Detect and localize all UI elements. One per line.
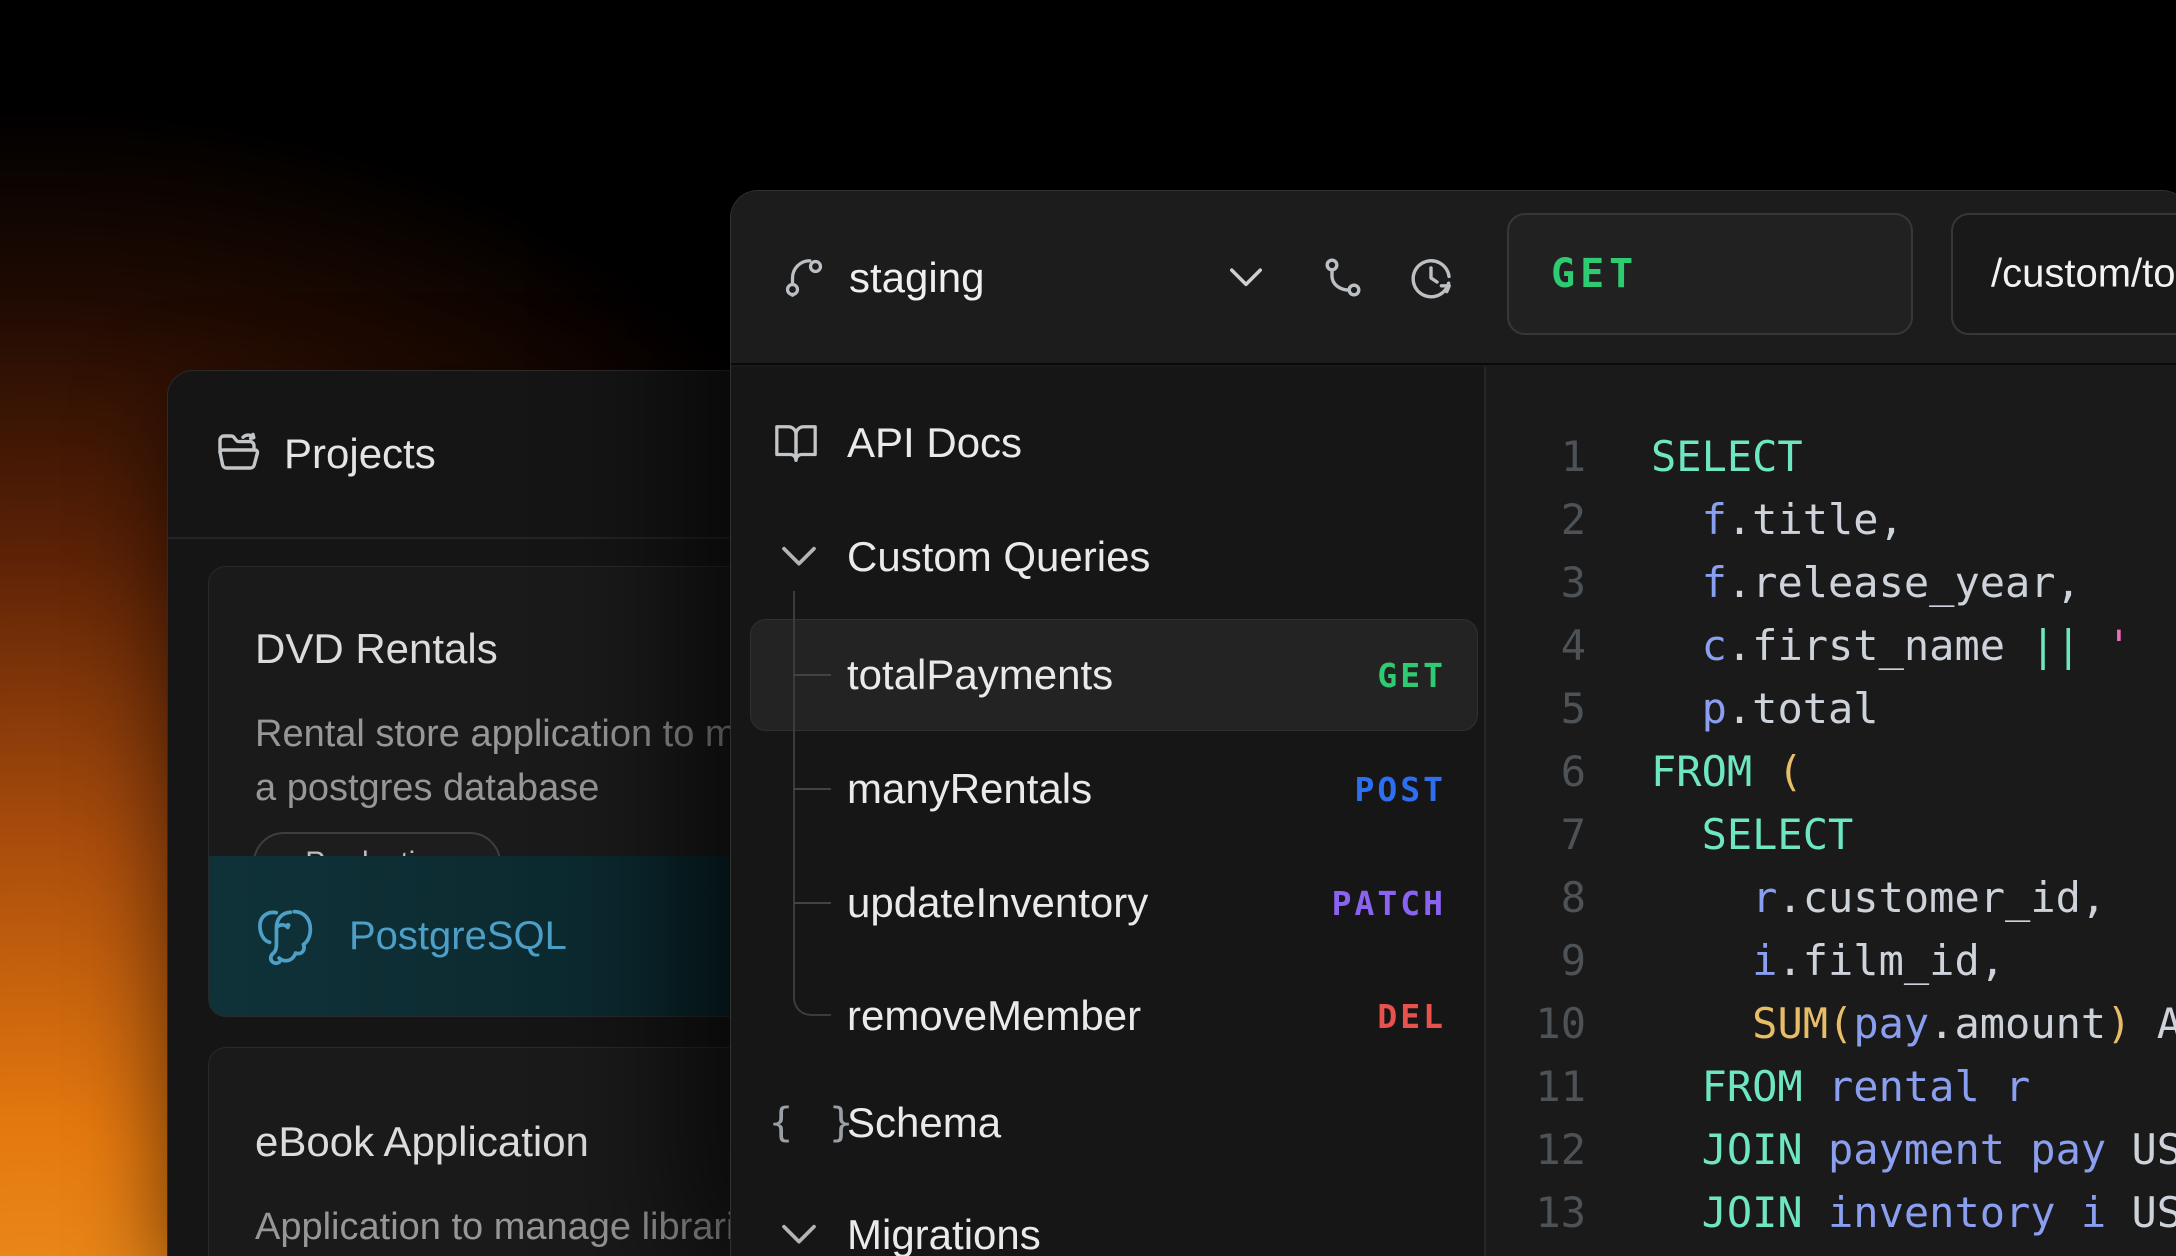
code-line: 3 f.release_year, [1486,551,2176,614]
postgresql-elephant-icon [253,905,317,969]
code-line: 14 GROUP BY 1, 2 [1486,1244,2176,1256]
code-text: c.first_name || ' [1651,621,2131,670]
line-number: 11 [1486,1062,1586,1111]
http-method-value: GET [1551,251,1638,297]
method-badge-del: DEL [1377,997,1446,1036]
project-title: DVD Rentals [255,625,498,673]
database-name: PostgreSQL [349,914,567,959]
code-line: 9 i.film_id, [1486,929,2176,992]
code-line: 5 p.total [1486,677,2176,740]
query-name: removeMember [847,992,1141,1040]
code-text: r.customer_id, [1651,873,2106,922]
code-line: 2 f.title, [1486,488,2176,551]
line-number: 1 [1486,432,1586,481]
braces-icon: { } [769,1100,859,1146]
line-number: 3 [1486,558,1586,607]
line-number: 6 [1486,747,1586,796]
code-text: JOIN inventory i USING [1651,1188,2176,1237]
nav-item-totalpayments[interactable]: totalPayments GET [731,635,1484,715]
workbench-content: API Docs Custom Queries totalPayments GE… [731,367,2176,1256]
projects-title: Projects [284,430,436,478]
code-text: SUM(pay.amount) AS [1651,999,2176,1048]
line-number: 7 [1486,810,1586,859]
code-line: 12 JOIN payment pay USING [1486,1118,2176,1181]
nav-item-manyrentals[interactable]: manyRentals POST [731,749,1484,829]
line-number: 13 [1486,1188,1586,1237]
branch-selector[interactable]: staging [849,254,984,302]
nav-label: Custom Queries [847,533,1150,581]
line-number: 2 [1486,495,1586,544]
query-nav-pane: API Docs Custom Queries totalPayments GE… [731,367,1484,1256]
endpoint-url-value: /custom/tot [1991,252,2176,297]
line-number: 12 [1486,1125,1586,1174]
code-line: 6 FROM ( [1486,740,2176,803]
git-branch-icon [781,255,827,301]
nav-item-migrations[interactable]: Migrations [731,1195,1484,1256]
history-icon[interactable] [1407,254,1455,302]
code-text: f.release_year, [1651,558,2081,607]
line-number: 10 [1486,999,1586,1048]
line-number: 8 [1486,873,1586,922]
code-line: 11 FROM rental r [1486,1055,2176,1118]
line-number: 4 [1486,621,1586,670]
projects-panel: Projects DVD Rentals Rental store applic… [167,370,767,1256]
workbench-topbar: staging GET /custom/tot [731,191,2176,365]
book-open-icon [773,420,819,466]
project-description: Application to manage libraries, authors… [255,1200,756,1256]
folder-open-icon [216,430,264,478]
code-line: 4 c.first_name || ' [1486,614,2176,677]
code-line: 10 SUM(pay.amount) AS [1486,992,2176,1055]
code-line: 13 JOIN inventory i USING [1486,1181,2176,1244]
project-card-dvd-rentals[interactable]: DVD Rentals Rental store application to … [208,566,756,1017]
code-text: SELECT [1651,432,1803,481]
nav-item-removemember[interactable]: removeMember DEL [731,976,1484,1056]
code-text: p.total [1651,684,1879,733]
project-card-ebook[interactable]: eBook Application Application to manage … [208,1047,756,1256]
code-text: GROUP BY 1, 2 [1651,1251,2030,1256]
project-description: Rental store application to manage a pos… [255,707,756,815]
database-bar[interactable]: PostgreSQL [209,856,755,1017]
code-text: JOIN payment pay USING [1651,1125,2176,1174]
workbench-panel: staging GET /custom/tot [730,190,2176,1256]
endpoint-url-input[interactable]: /custom/tot [1951,213,2176,335]
query-name: updateInventory [847,879,1148,927]
nav-label: Migrations [847,1211,1041,1256]
nav-item-custom-queries[interactable]: Custom Queries [731,517,1484,597]
projects-header: Projects [168,371,766,539]
code-text: FROM ( [1651,747,1803,796]
line-number: 14 [1486,1251,1586,1256]
method-badge-post: POST [1355,770,1446,809]
sql-editor[interactable]: 1SELECT2 f.title,3 f.release_year,4 c.fi… [1484,367,2176,1256]
http-method-select[interactable]: GET [1507,213,1913,335]
chevron-down-icon [779,1220,819,1250]
code-text: i.film_id, [1651,936,2005,985]
nav-item-updateinventory[interactable]: updateInventory PATCH [731,863,1484,943]
git-fork-icon[interactable] [1319,254,1367,302]
code-line: 1 SELECT [1486,425,2176,488]
code-lines: 1SELECT2 f.title,3 f.release_year,4 c.fi… [1486,425,2176,1256]
code-line: 8 r.customer_id, [1486,866,2176,929]
branch-chevron-down-icon[interactable] [1227,263,1265,293]
method-badge-get: GET [1377,656,1446,695]
code-text: FROM rental r [1651,1062,2030,1111]
project-title: eBook Application [255,1118,589,1166]
line-number: 9 [1486,936,1586,985]
code-text: SELECT [1651,810,1853,859]
code-text: f.title, [1651,495,1904,544]
query-name: manyRentals [847,765,1092,813]
nav-item-schema[interactable]: { } Schema [731,1083,1484,1163]
code-line: 7 SELECT [1486,803,2176,866]
query-name: totalPayments [847,651,1113,699]
nav-item-api-docs[interactable]: API Docs [731,403,1484,483]
nav-label: Schema [847,1099,1001,1147]
chevron-down-icon [779,542,819,572]
line-number: 5 [1486,684,1586,733]
method-badge-patch: PATCH [1332,884,1446,923]
nav-label: API Docs [847,419,1022,467]
